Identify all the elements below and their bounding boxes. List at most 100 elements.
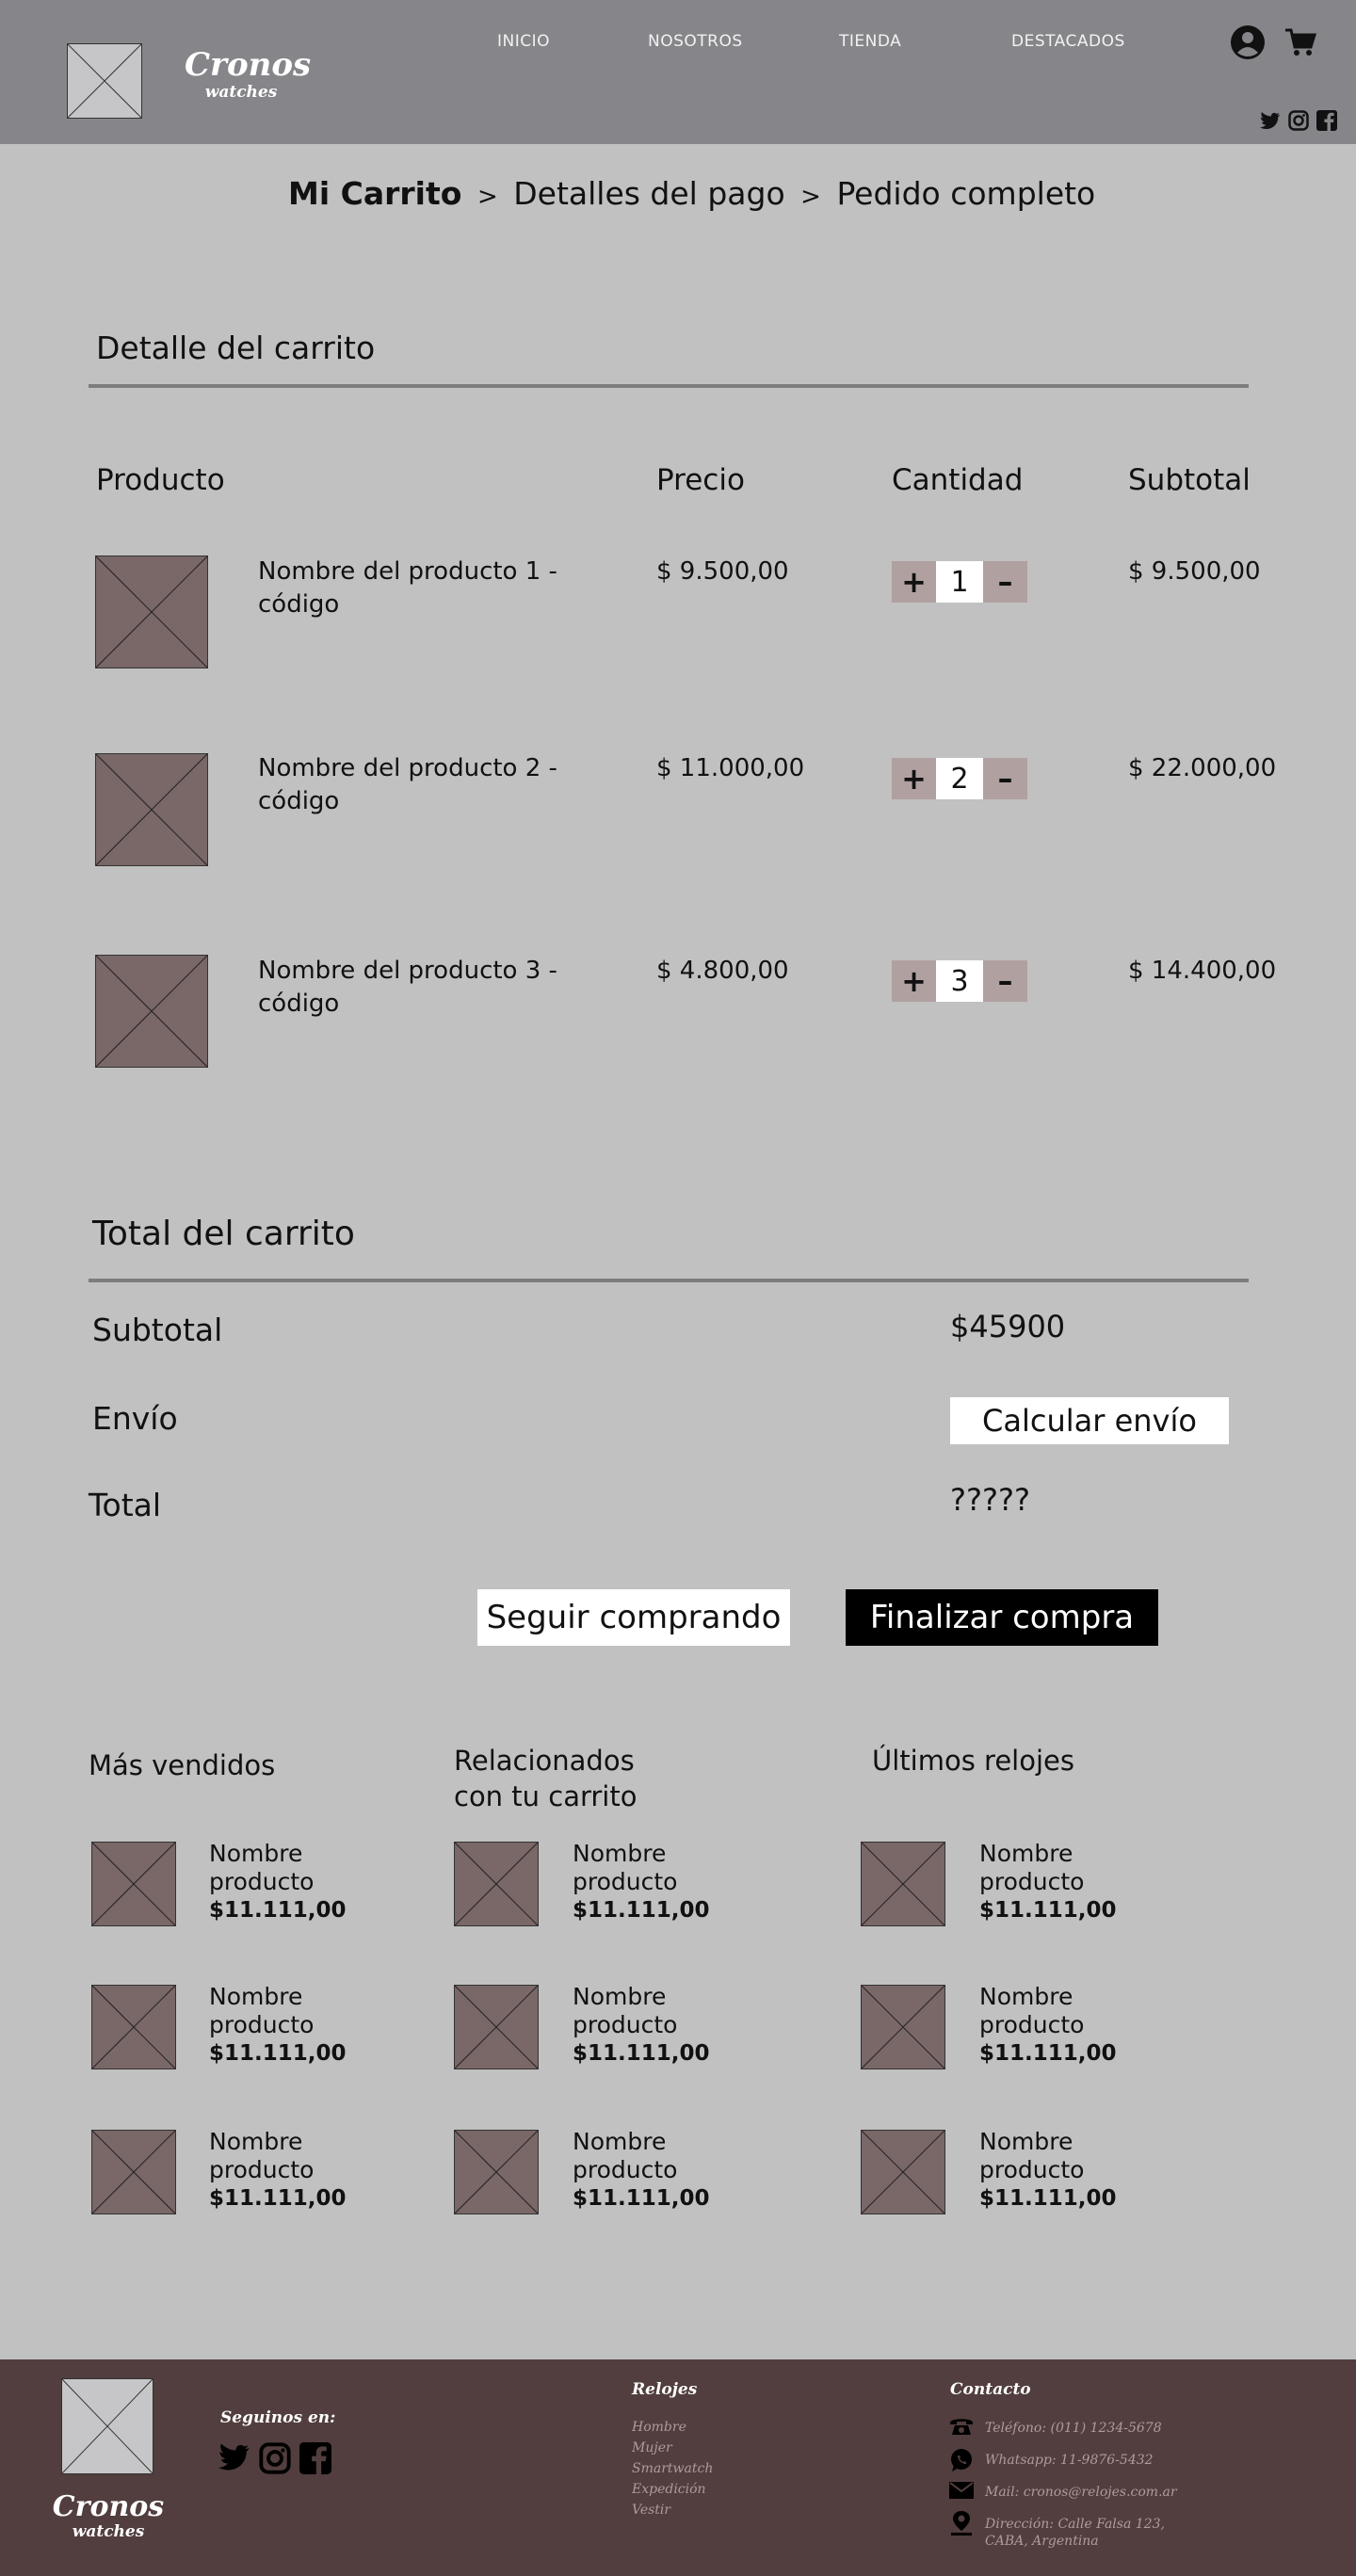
footer-relojes-title: Relojes xyxy=(632,2380,698,2399)
product-thumbnail[interactable] xyxy=(91,1985,176,2069)
contact-mail[interactable]: Mail: cronos@relojes.com.ar xyxy=(985,2484,1267,2501)
product-card-name: Nombre producto xyxy=(573,2128,678,2183)
footer-brand-tagline: watches xyxy=(72,2522,145,2541)
twitter-icon[interactable] xyxy=(1260,111,1281,132)
quantity-decrease-button[interactable]: – xyxy=(983,561,1027,603)
cart-item-image[interactable] xyxy=(95,753,208,866)
product-card-name: Nombre producto xyxy=(573,1983,678,2038)
quantity-increase-button[interactable]: + xyxy=(892,758,936,799)
product-thumbnail[interactable] xyxy=(861,1985,945,2069)
cart-detail-divider xyxy=(89,384,1249,388)
footer-twitter-icon[interactable] xyxy=(218,2442,250,2474)
user-account-icon[interactable] xyxy=(1230,24,1266,60)
product-thumbnail[interactable] xyxy=(861,1842,945,1926)
product-thumbnail[interactable] xyxy=(454,2130,539,2214)
product-card-info[interactable]: Nombre producto $11.111,00 xyxy=(209,2128,360,2213)
total-value: ????? xyxy=(950,1482,1030,1518)
cart-total-title: Total del carrito xyxy=(92,1215,355,1253)
breadcrumb-step-cart[interactable]: Mi Carrito xyxy=(288,175,461,212)
nav-inicio[interactable]: INICIO xyxy=(497,32,550,51)
nav-nosotros[interactable]: NOSOTROS xyxy=(648,32,743,51)
footer-facebook-icon[interactable] xyxy=(299,2442,331,2474)
brand-logo[interactable]: Cronos watches xyxy=(185,48,311,102)
cart-item-subtotal: $ 9.500,00 xyxy=(1128,557,1261,586)
cart-item-name[interactable]: Nombre del producto 3 - código xyxy=(258,955,578,1021)
quantity-value[interactable]: 3 xyxy=(936,960,983,1002)
footer-contacto-title: Contacto xyxy=(950,2380,1031,2399)
product-thumbnail[interactable] xyxy=(91,1842,176,1926)
breadcrumb: Mi Carrito > Detalles del pago > Pedido … xyxy=(288,175,1095,212)
product-card-price: $11.111,00 xyxy=(209,2041,347,2066)
phone-icon xyxy=(949,2416,974,2440)
breadcrumb-step-complete[interactable]: Pedido completo xyxy=(836,175,1095,212)
list-title-best-sellers: Más vendidos xyxy=(89,1749,276,1781)
cart-item-price: $ 9.500,00 xyxy=(656,557,789,586)
product-thumbnail[interactable] xyxy=(861,2130,945,2214)
footer-link-smartwatch[interactable]: Smartwatch xyxy=(632,2461,713,2476)
product-card-price: $11.111,00 xyxy=(209,2186,347,2211)
quantity-decrease-button[interactable]: – xyxy=(983,758,1027,799)
product-card-name: Nombre producto xyxy=(209,2128,315,2183)
product-card-name: Nombre producto xyxy=(209,1840,315,1895)
subtotal-value: $45900 xyxy=(950,1309,1066,1344)
cart-item-name[interactable]: Nombre del producto 1 - código xyxy=(258,555,578,621)
product-card-info[interactable]: Nombre producto $11.111,00 xyxy=(979,1840,1130,1924)
cart-item-image[interactable] xyxy=(95,555,208,668)
product-card-price: $11.111,00 xyxy=(979,1898,1117,1923)
product-card-info[interactable]: Nombre producto $11.111,00 xyxy=(209,1840,360,1924)
quantity-increase-button[interactable]: + xyxy=(892,561,936,603)
product-card-info[interactable]: Nombre producto $11.111,00 xyxy=(979,1983,1130,2068)
instagram-icon[interactable] xyxy=(1288,110,1309,131)
quantity-stepper: + 2 – xyxy=(892,758,1027,799)
product-card-info[interactable]: Nombre producto $11.111,00 xyxy=(573,2128,723,2213)
breadcrumb-step-payment[interactable]: Detalles del pago xyxy=(513,175,784,212)
site-footer: Cronos watches Seguinos en: Relojes Homb… xyxy=(0,2359,1356,2576)
product-card-name: Nombre producto xyxy=(979,1983,1085,2038)
list-title-latest: Últimos relojes xyxy=(872,1745,1074,1777)
contact-address: Dirección: Calle Falsa 123, CABA, Argent… xyxy=(985,2517,1165,2549)
subtotal-label: Subtotal xyxy=(92,1312,223,1348)
nav-destacados[interactable]: DESTACADOS xyxy=(1011,32,1125,51)
shipping-label: Envío xyxy=(92,1400,178,1437)
cart-item-image[interactable] xyxy=(95,955,208,1068)
total-label: Total xyxy=(89,1487,162,1523)
product-card-info[interactable]: Nombre producto $11.111,00 xyxy=(209,1983,360,2068)
footer-brand-logo[interactable]: Cronos watches xyxy=(47,2491,170,2541)
footer-instagram-icon[interactable] xyxy=(259,2442,291,2474)
checkout-button[interactable]: Finalizar compra xyxy=(846,1589,1158,1646)
product-card-info[interactable]: Nombre producto $11.111,00 xyxy=(573,1983,723,2068)
brand-tagline: watches xyxy=(204,82,278,102)
quantity-stepper: + 3 – xyxy=(892,960,1027,1002)
calculate-shipping-button[interactable]: Calcular envío xyxy=(950,1397,1229,1444)
footer-link-expedicion[interactable]: Expedición xyxy=(632,2482,706,2497)
facebook-icon[interactable] xyxy=(1316,110,1337,131)
quantity-decrease-button[interactable]: – xyxy=(983,960,1027,1002)
quantity-value[interactable]: 1 xyxy=(936,561,983,603)
nav-tienda[interactable]: TIENDA xyxy=(839,32,901,51)
product-card-price: $11.111,00 xyxy=(573,2186,710,2211)
quantity-stepper: + 1 – xyxy=(892,561,1027,603)
footer-brand-name: Cronos xyxy=(52,2490,165,2523)
footer-link-hombre[interactable]: Hombre xyxy=(632,2420,686,2435)
product-card-name: Nombre producto xyxy=(979,1840,1085,1895)
footer-logo-placeholder-image[interactable] xyxy=(61,2378,153,2474)
product-thumbnail[interactable] xyxy=(454,1842,539,1926)
product-thumbnail[interactable] xyxy=(91,2130,176,2214)
product-card-info[interactable]: Nombre producto $11.111,00 xyxy=(573,1840,723,1924)
contact-phone: Teléfono: (011) 1234-5678 xyxy=(985,2421,1162,2436)
product-thumbnail[interactable] xyxy=(454,1985,539,2069)
shopping-cart-icon[interactable] xyxy=(1284,26,1316,58)
list-title-related: Relacionados con tu carrito xyxy=(454,1745,638,1812)
cart-item-name[interactable]: Nombre del producto 2 - código xyxy=(258,752,578,818)
cart-item-price: $ 4.800,00 xyxy=(656,957,789,985)
contact-whatsapp: Whatsapp: 11-9876-5432 xyxy=(985,2453,1154,2468)
footer-link-vestir[interactable]: Vestir xyxy=(632,2503,670,2518)
follow-us-label: Seguinos en: xyxy=(220,2408,336,2427)
quantity-increase-button[interactable]: + xyxy=(892,960,936,1002)
quantity-value[interactable]: 2 xyxy=(936,758,983,799)
logo-placeholder-image[interactable] xyxy=(67,43,142,119)
continue-shopping-button[interactable]: Seguir comprando xyxy=(477,1589,790,1646)
footer-link-mujer[interactable]: Mujer xyxy=(632,2440,672,2455)
whatsapp-icon xyxy=(949,2448,974,2472)
product-card-info[interactable]: Nombre producto $11.111,00 xyxy=(979,2128,1130,2213)
